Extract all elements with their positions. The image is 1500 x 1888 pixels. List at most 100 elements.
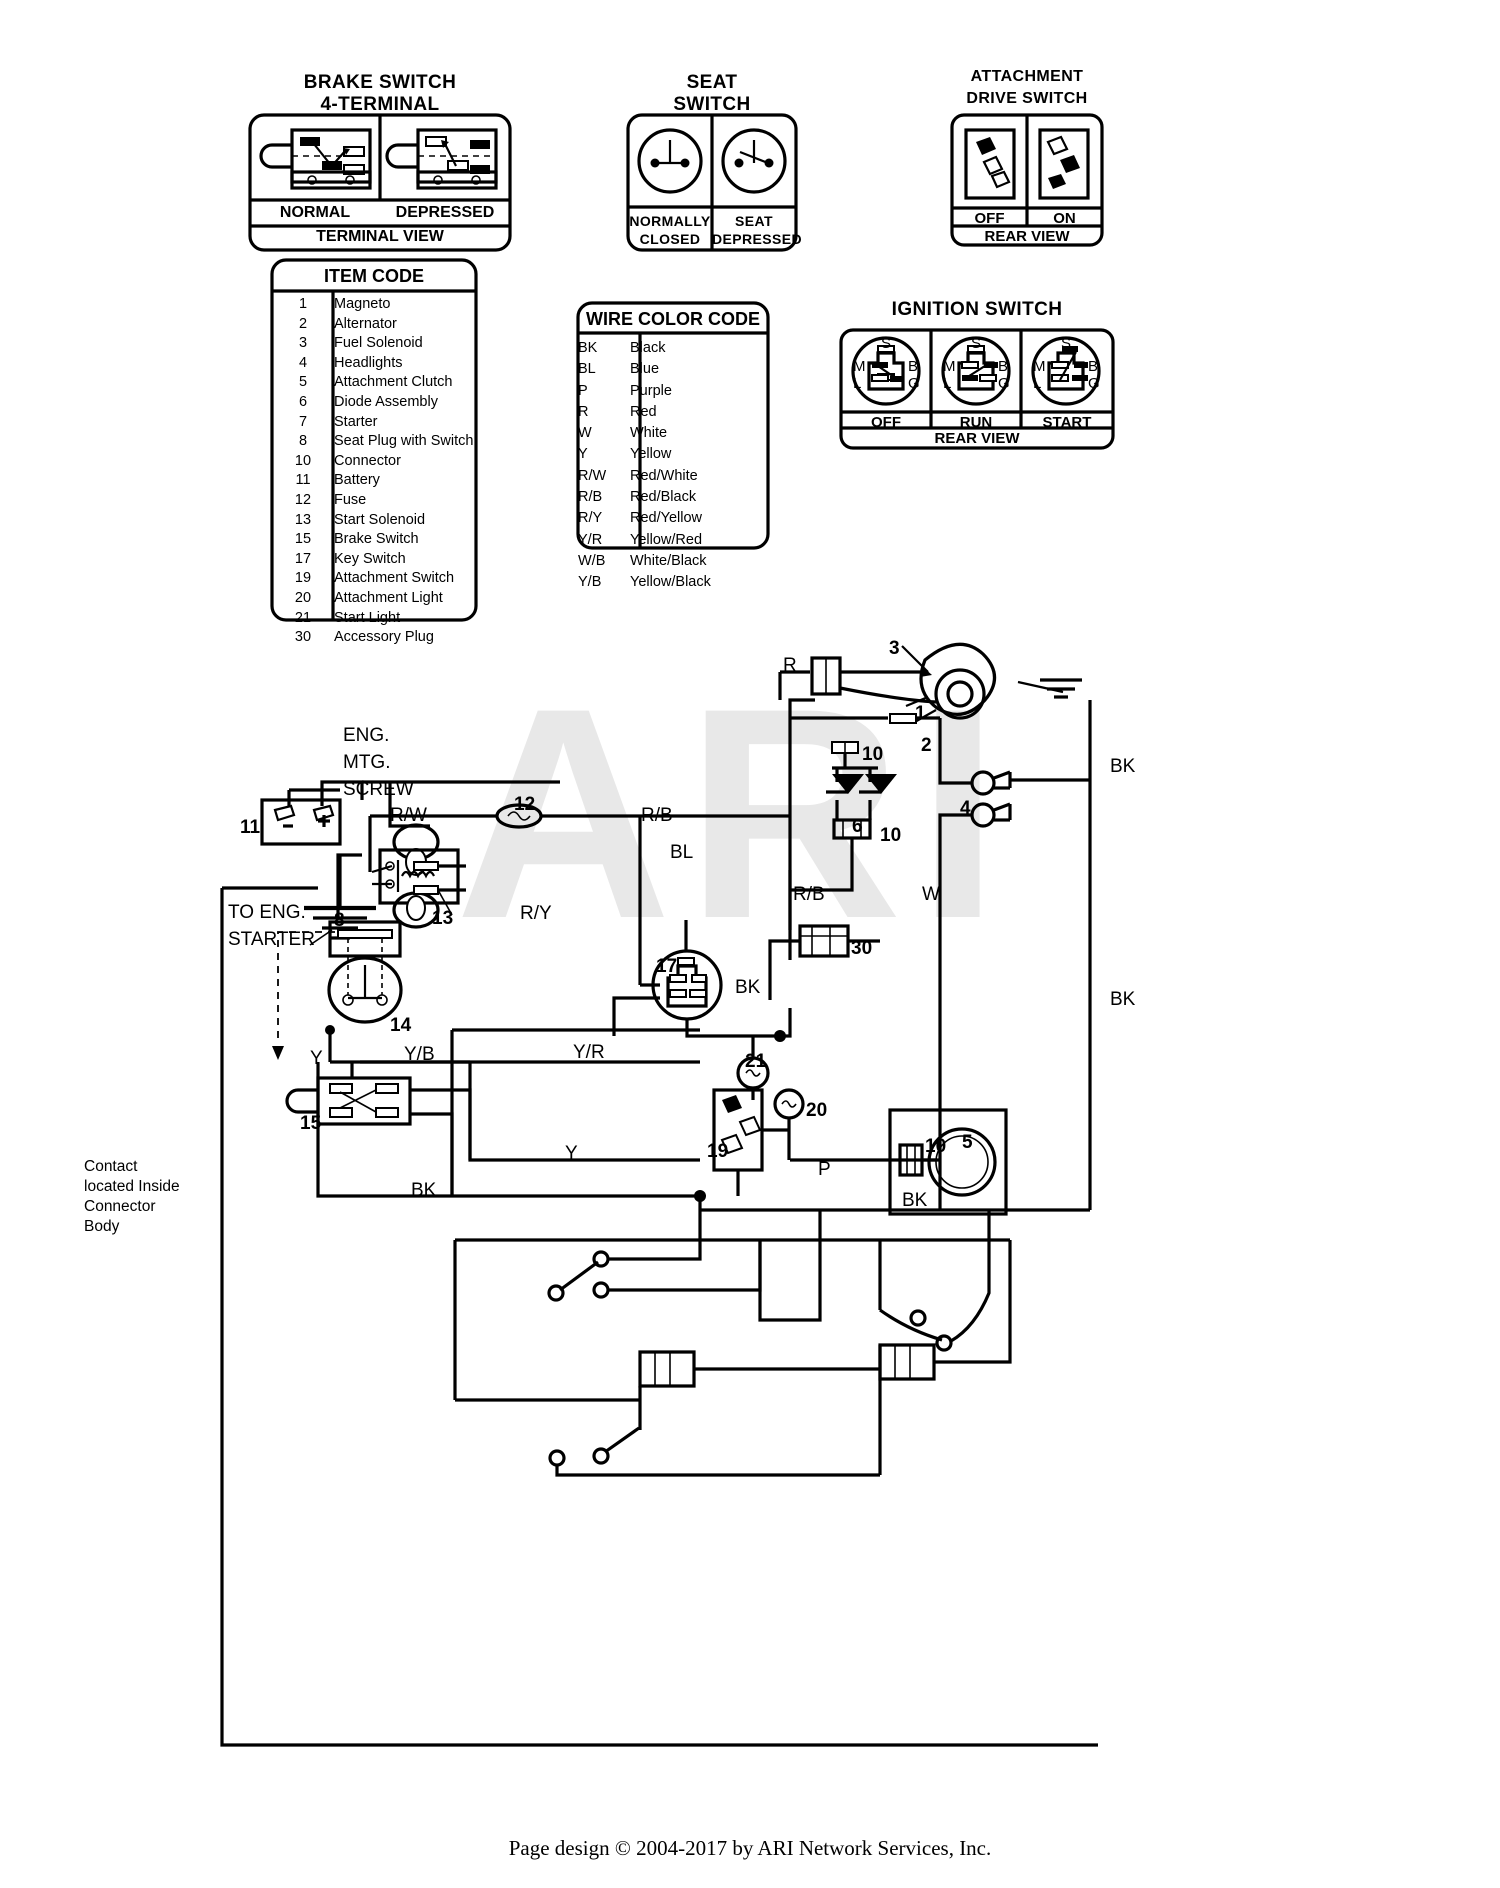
item-code-number: 2 [298, 315, 308, 332]
seat-switch-state-right-line2: DEPRESSED [712, 231, 802, 247]
wire-label: Y/R [573, 1042, 605, 1063]
attachment-drive-title-line1: ATTACHMENT [970, 68, 1084, 85]
seat-switch-panel-art [626, 113, 798, 252]
wire-color-abbr: Y/R [578, 531, 603, 548]
attachment-light [773, 1088, 805, 1160]
wire-color-row: Y/R Yellow/Red [578, 531, 768, 552]
item-code-row: 11 Battery [272, 472, 476, 492]
wire-label: BK [1110, 989, 1136, 1010]
wire-color-name: Red/Yellow [630, 510, 703, 527]
item-callout: 17 [656, 956, 678, 977]
item-code-number: 7 [298, 413, 308, 430]
wire-color-name: Red/Black [630, 489, 697, 506]
eng-mtg-screw-line1: ENG. [343, 725, 390, 746]
item-code-number: 20 [294, 589, 312, 606]
item-code-title: ITEM CODE [323, 266, 424, 286]
item-code-row: 13 Start Solenoid [272, 512, 476, 532]
item-code-number: 1 [298, 296, 308, 312]
item-code-table: 1 Magneto 2 Alternator 3 Fuel Solenoid 4 Headli… [272, 296, 476, 649]
item-code-label: Start Solenoid [334, 511, 426, 528]
wire-color-row: R Red [578, 403, 768, 424]
wire-color-abbr: R/B [578, 489, 603, 506]
seat-switch-state-left-line1: NORMALLY [629, 213, 711, 229]
wire-color-row: W/B White/Black [578, 552, 768, 573]
wire-color-abbr: P [578, 382, 588, 399]
wire-color-abbr: BK [578, 340, 598, 356]
wire-color-name: Yellow/Black [630, 574, 711, 591]
item-code-number: 15 [294, 531, 312, 548]
item-code-number: 10 [294, 452, 312, 469]
wire-color-row: Y Yellow [578, 445, 768, 466]
item-code-row: 4 Headlights [272, 355, 476, 375]
item-code-number: 3 [298, 335, 308, 352]
item-callout: 11 [240, 817, 261, 838]
wire-color-name: White/Black [630, 552, 707, 569]
item-code-row: 15 Brake Switch [272, 531, 476, 551]
item-code-label: Starter [334, 413, 378, 430]
item-code-label: Key Switch [334, 550, 406, 567]
item-code-row: 5 Attachment Clutch [272, 374, 476, 394]
item-code-label: Magneto [334, 296, 391, 312]
wire-color-name: Black [630, 340, 666, 356]
item-code-row: 1 Magneto [272, 296, 476, 316]
ignition-terminal-label: B [998, 358, 1009, 375]
ignition-terminal-label: L [1033, 375, 1042, 392]
wire-color-abbr: W/B [578, 552, 606, 569]
item-code-label: Attachment Switch [334, 570, 455, 587]
wire-color-name: White [630, 425, 668, 442]
ignition-terminal-label: B [1088, 358, 1099, 375]
item-code-label: Connector [334, 452, 401, 469]
item-code-number: 17 [294, 550, 312, 567]
item-code-label: Diode Assembly [334, 393, 438, 410]
wire-label: R/W [390, 805, 427, 826]
seat-switch-state-left-line2: CLOSED [639, 231, 701, 247]
brake-switch-caption: TERMINAL VIEW [316, 228, 444, 245]
wire-color-name: Yellow [630, 446, 672, 463]
item-callout: 10 [880, 825, 902, 846]
wire-color-name: Purple [630, 382, 672, 399]
item-code-label: Fuse [334, 491, 367, 508]
wire-color-abbr: W [578, 425, 592, 442]
ignition-switch-title: IGNITION SWITCH [891, 299, 1063, 320]
brake-switch-title-line2: 4-TERMINAL [320, 94, 440, 115]
item-code-row: 2 Alternator [272, 316, 476, 336]
ignition-terminal-label: S [1061, 335, 1072, 352]
wire-color-abbr: Y [578, 446, 588, 463]
key-switch [612, 816, 792, 1038]
item-code-number: 19 [294, 570, 312, 587]
wire-label: BL [670, 842, 694, 863]
item-code-label: Battery [334, 472, 380, 489]
wire-color-abbr: Y/B [578, 574, 602, 591]
item-code-row: 20 Attachment Light [272, 590, 476, 610]
ignition-terminal-label: G [908, 375, 920, 392]
item-code-row: 19 Attachment Switch [272, 570, 476, 590]
wire-label: R [783, 655, 797, 676]
attachment-drive-caption: REAR VIEW [984, 228, 1070, 245]
wire-color-code-title: WIRE COLOR CODE [586, 309, 760, 329]
wire-color-name: Red/White [630, 467, 698, 484]
item-code-number: 4 [298, 354, 308, 371]
item-callout: 15 [300, 1113, 322, 1134]
wire-label: BK [411, 1180, 437, 1201]
item-callout: 6 [852, 816, 863, 837]
item-code-row: 8 Seat Plug with Switch [272, 433, 476, 453]
ignition-terminal-label: G [1088, 375, 1100, 392]
wire-label: Y [310, 1048, 323, 1069]
ignition-terminal-label: B [908, 358, 919, 375]
seat-plug-switch [309, 920, 403, 1062]
ignition-terminal-label: L [943, 375, 952, 392]
ignition-terminal-label: L [853, 375, 862, 392]
attachment-drive-title-line2: DRIVE SWITCH [966, 90, 1088, 107]
headlights [938, 718, 1012, 1210]
item-callout: 21 [745, 1051, 767, 1072]
wire-color-row: R/Y Red/Yellow [578, 509, 768, 530]
brake-switch-state-depressed: DEPRESSED [395, 204, 495, 221]
item-code-number: 5 [298, 374, 308, 391]
wire-color-row: BK Black [578, 339, 768, 360]
ignition-state-start: START [1042, 414, 1092, 431]
wire-label: R/B [641, 805, 673, 826]
item-callout: 13 [432, 908, 454, 929]
item-code-number: 11 [295, 472, 311, 489]
wire-label: P [818, 1159, 831, 1180]
wire-color-abbr: BL [578, 361, 596, 378]
